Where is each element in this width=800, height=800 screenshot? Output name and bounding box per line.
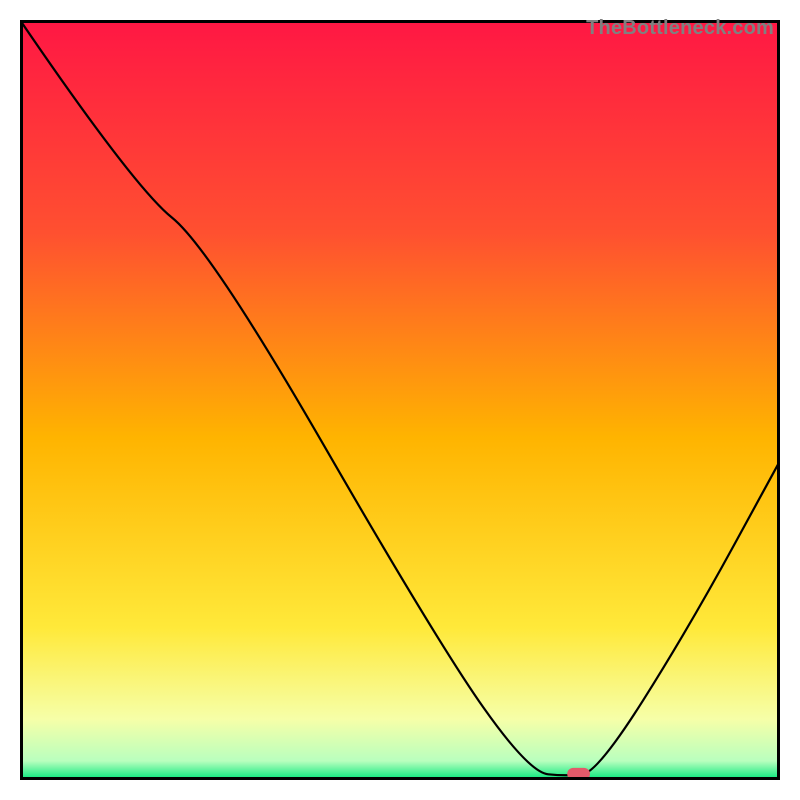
chart-svg bbox=[20, 20, 780, 780]
plot-area: TheBottleneck.com bbox=[20, 20, 780, 780]
gradient-background bbox=[20, 20, 780, 780]
watermark-text: TheBottleneck.com bbox=[586, 17, 774, 40]
chart-frame: TheBottleneck.com bbox=[0, 0, 800, 800]
